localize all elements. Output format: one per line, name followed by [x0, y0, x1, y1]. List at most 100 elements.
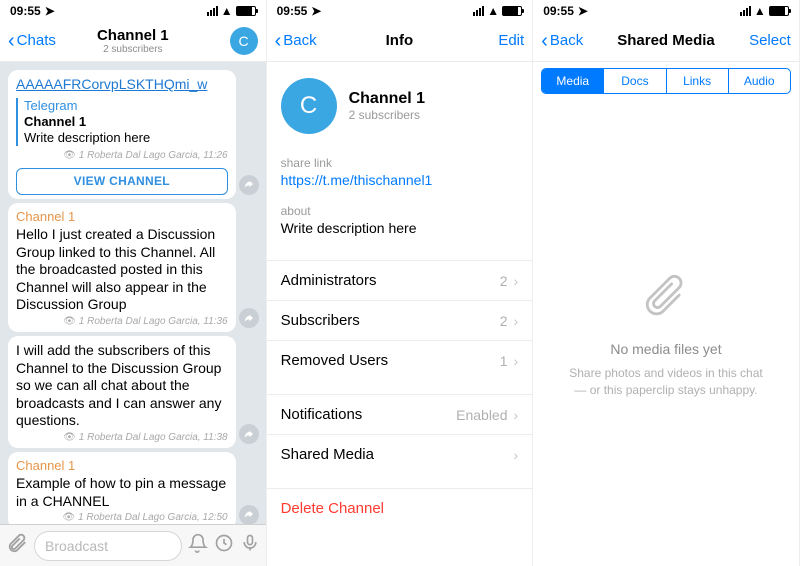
- compose-bar: Broadcast: [0, 524, 266, 566]
- signal-icon: [473, 6, 484, 16]
- message-bubble[interactable]: AAAAAFRCorvpLSKTHQmi_w Telegram Channel …: [8, 70, 236, 199]
- views-icon: 👁: [63, 316, 76, 329]
- message-bubble[interactable]: Channel 1 Example of how to pin a messag…: [8, 452, 236, 524]
- link-preview: Telegram Channel 1 Write description her…: [16, 98, 228, 147]
- attach-icon[interactable]: [6, 532, 28, 559]
- share-link[interactable]: https://t.me/thischannel1: [281, 172, 519, 188]
- tab-docs[interactable]: Docs: [604, 69, 666, 93]
- info-scroll[interactable]: C Channel 1 2 subscribers share link htt…: [267, 62, 533, 566]
- edit-button[interactable]: Edit: [472, 32, 524, 49]
- chat-nav: ‹Chats Channel 1 2 subscribers C: [0, 20, 266, 62]
- message-sender: Channel 1: [16, 209, 228, 225]
- share-link-section: share link https://t.me/thischannel1: [267, 150, 533, 198]
- message-text: I will add the subscribers of this Chann…: [16, 342, 228, 430]
- signal-icon: [740, 6, 751, 16]
- forward-icon[interactable]: [239, 505, 259, 524]
- message-text: Hello I just created a Discussion Group …: [16, 226, 228, 314]
- status-bar: 09:55 ➤ ▲: [0, 0, 266, 20]
- mute-icon[interactable]: [188, 533, 208, 558]
- row-value: 1: [500, 353, 508, 369]
- row-label: Removed Users: [281, 352, 389, 369]
- back-label: Back: [550, 32, 583, 49]
- message-text: Example of how to pin a message in a CHA…: [16, 475, 228, 510]
- shared-media-row[interactable]: Shared Media ›: [267, 434, 533, 474]
- status-time: 09:55: [543, 4, 574, 18]
- location-icon: ➤: [311, 4, 321, 18]
- administrators-row[interactable]: Administrators 2 ›: [267, 260, 533, 300]
- row-label: Administrators: [281, 272, 377, 289]
- notifications-row[interactable]: Notifications Enabled›: [267, 394, 533, 434]
- schedule-icon[interactable]: [214, 533, 234, 558]
- info-panel: 09:55➤ ▲ ‹Back Info Edit C Channel 1 2 s…: [267, 0, 534, 566]
- preview-app: Telegram: [24, 98, 228, 114]
- chevron-left-icon: ‹: [275, 31, 282, 51]
- battery-icon: [502, 6, 522, 16]
- info-title: Info: [327, 32, 473, 49]
- chevron-right-icon: ›: [514, 353, 519, 369]
- preview-channel: Channel 1: [24, 114, 228, 130]
- back-to-chats[interactable]: ‹Chats: [8, 31, 60, 51]
- info-nav: ‹Back Info Edit: [267, 20, 533, 62]
- tab-media[interactable]: Media: [542, 69, 604, 93]
- message-meta: 👁1 Roberta Dal Lago Garcia, 11:36: [16, 316, 228, 329]
- broadcast-input[interactable]: Broadcast: [34, 531, 182, 561]
- paperclip-icon: [636, 267, 696, 327]
- channel-name: Channel 1: [349, 90, 425, 108]
- message-meta: 👁1 Roberta Dal Lago Garcia, 11:38: [16, 432, 228, 445]
- delete-channel-button[interactable]: Delete Channel: [267, 488, 533, 528]
- empty-subtitle: Share photos and videos in this chat — o…: [563, 365, 769, 399]
- chat-title-block[interactable]: Channel 1 2 subscribers: [60, 27, 206, 55]
- signal-icon: [207, 6, 218, 16]
- tab-audio[interactable]: Audio: [729, 69, 790, 93]
- row-value: Enabled: [456, 407, 507, 423]
- preview-desc: Write description here: [24, 130, 228, 146]
- chevron-left-icon: ‹: [8, 31, 15, 51]
- subscribers-row[interactable]: Subscribers 2›: [267, 300, 533, 340]
- forward-icon[interactable]: [239, 308, 259, 328]
- chevron-right-icon: ›: [514, 447, 519, 463]
- status-time: 09:55: [277, 4, 308, 18]
- location-icon: ➤: [45, 4, 55, 18]
- media-nav: ‹Back Shared Media Select: [533, 20, 799, 62]
- row-value: 2: [500, 313, 508, 329]
- chat-panel: 09:55 ➤ ▲ ‹Chats Channel 1 2 subscribers …: [0, 0, 267, 566]
- wifi-icon: ▲: [221, 4, 233, 18]
- back-label: Back: [283, 32, 316, 49]
- empty-title: No media files yet: [610, 341, 721, 357]
- views-icon: 👁: [62, 512, 75, 524]
- back-button[interactable]: ‹Back: [541, 31, 593, 51]
- channel-avatar[interactable]: C: [230, 27, 258, 55]
- wifi-icon: ▲: [754, 4, 766, 18]
- forward-icon[interactable]: [239, 424, 259, 444]
- share-link-label: share link: [281, 156, 519, 170]
- removed-users-row[interactable]: Removed Users 1 ›: [267, 340, 533, 380]
- row-value: 2: [500, 273, 508, 289]
- chat-title: Channel 1: [60, 27, 206, 44]
- message-link[interactable]: AAAAAFRCorvpLSKTHQmi_w: [16, 76, 228, 94]
- views-icon: 👁: [63, 150, 76, 163]
- tab-links[interactable]: Links: [667, 69, 729, 93]
- chevron-right-icon: ›: [514, 407, 519, 423]
- media-title: Shared Media: [593, 32, 739, 49]
- message-bubble[interactable]: I will add the subscribers of this Chann…: [8, 336, 236, 448]
- channel-avatar[interactable]: C: [281, 78, 337, 134]
- chevron-right-icon: ›: [514, 273, 519, 289]
- subscriber-count: 2 subscribers: [349, 108, 425, 122]
- status-bar: 09:55➤ ▲: [533, 0, 799, 20]
- chat-subtitle: 2 subscribers: [60, 44, 206, 55]
- select-button[interactable]: Select: [739, 32, 791, 49]
- battery-icon: [236, 6, 256, 16]
- mic-icon[interactable]: [240, 533, 260, 558]
- chat-scroll[interactable]: AAAAAFRCorvpLSKTHQmi_w Telegram Channel …: [0, 62, 266, 524]
- message-meta: 👁1 Roberta Dal Lago Garcia, 12:50: [16, 512, 228, 524]
- back-label: Chats: [17, 32, 56, 49]
- about-label: about: [281, 204, 519, 218]
- about-text: Write description here: [281, 220, 519, 236]
- message-meta: 👁1 Roberta Dal Lago Garcia, 11:26: [16, 150, 228, 163]
- status-time: 09:55: [10, 4, 41, 18]
- message-bubble[interactable]: Channel 1 Hello I just created a Discuss…: [8, 203, 236, 332]
- battery-icon: [769, 6, 789, 16]
- back-button[interactable]: ‹Back: [275, 31, 327, 51]
- view-channel-button[interactable]: VIEW CHANNEL: [16, 168, 228, 195]
- forward-icon[interactable]: [239, 175, 259, 195]
